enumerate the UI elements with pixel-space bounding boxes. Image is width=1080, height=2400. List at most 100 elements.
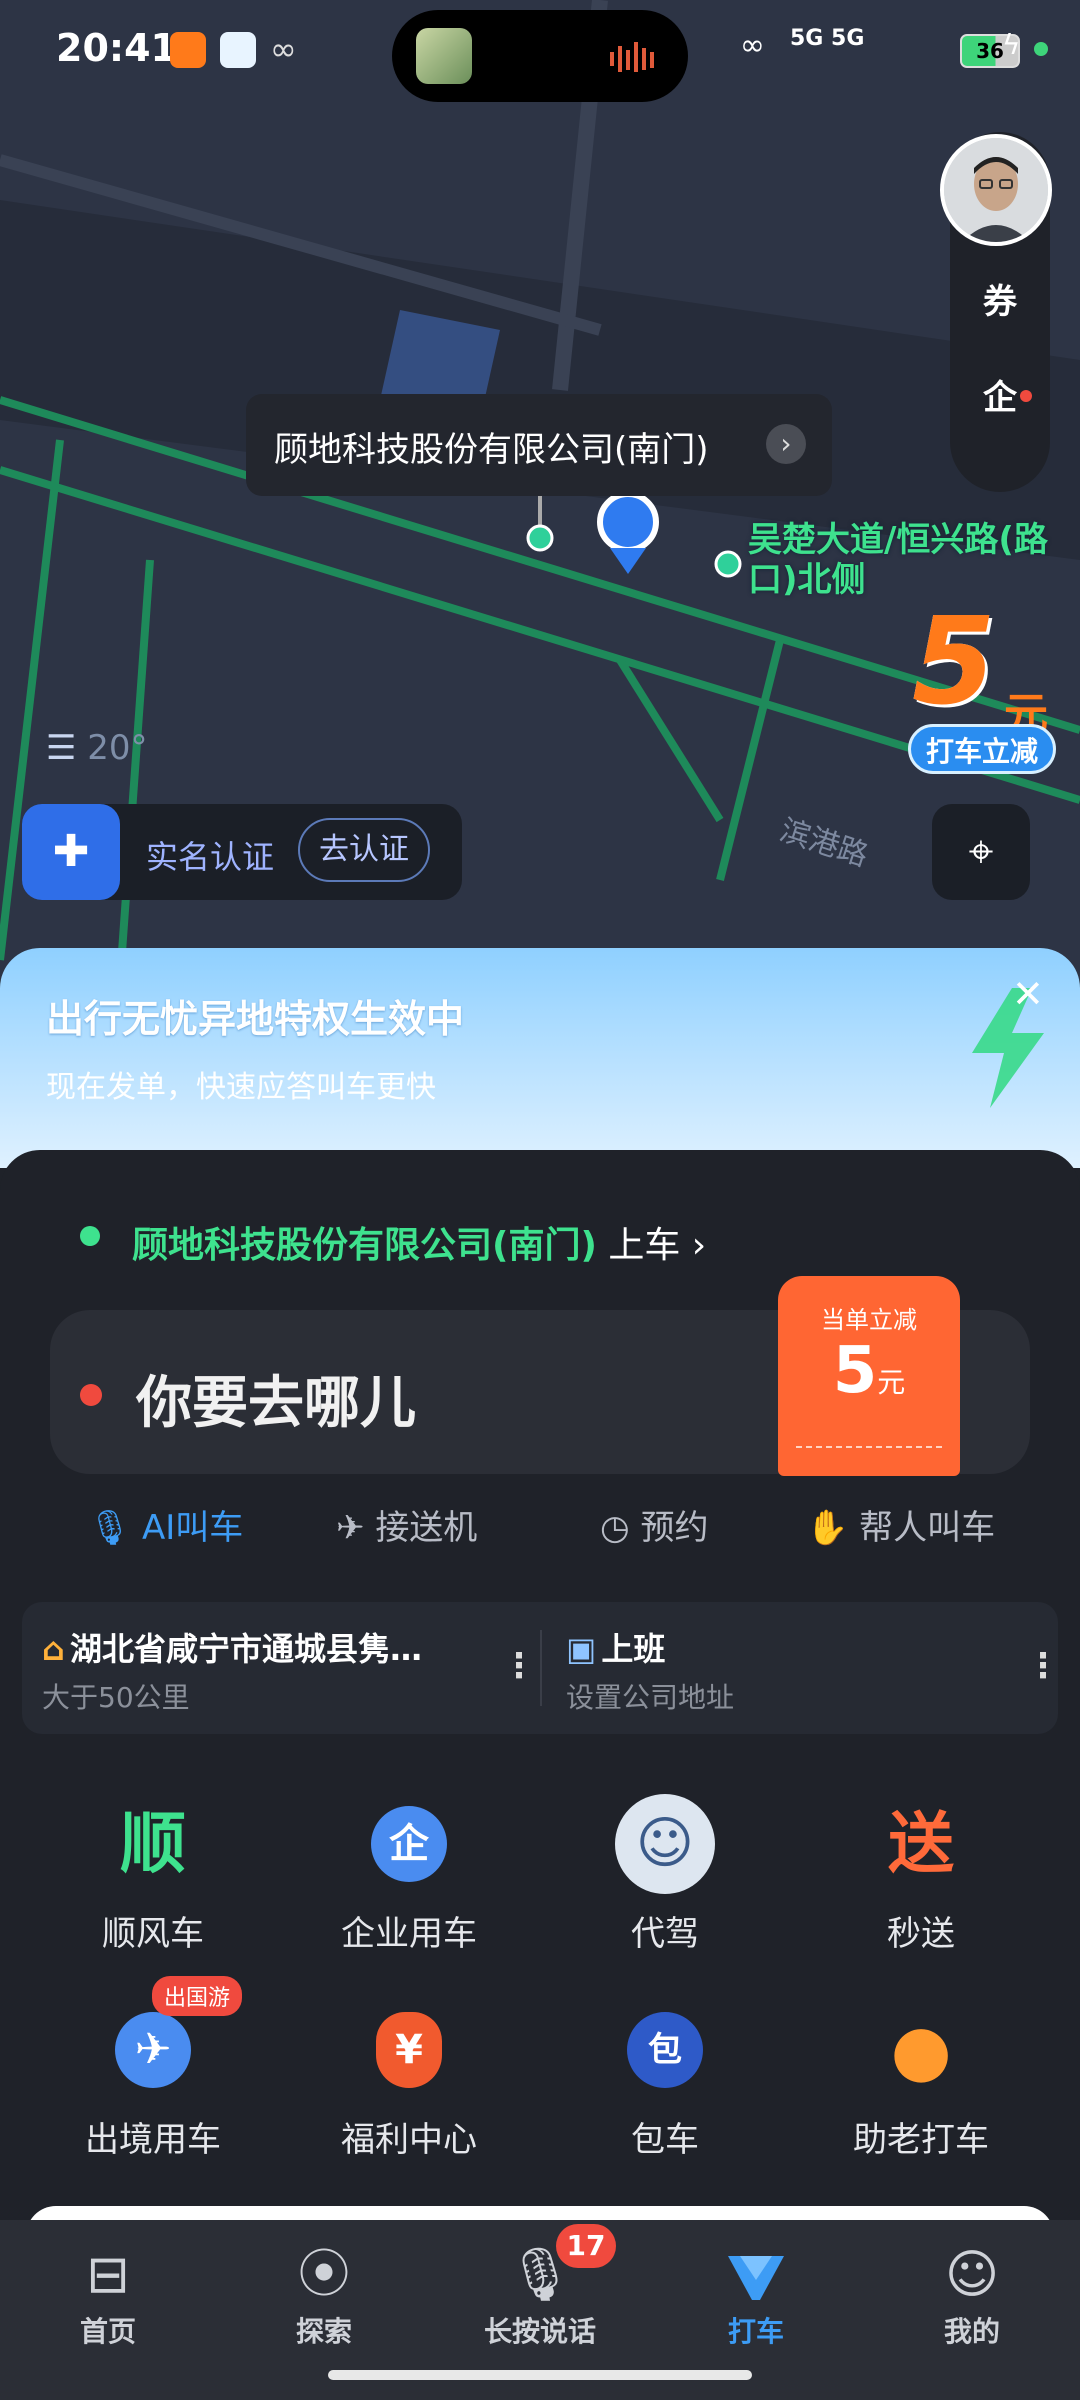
pickup-poi-card[interactable]: 顾地科技股份有限公司(南门) › — [246, 394, 832, 496]
person-icon: ☺ — [944, 2245, 1000, 2305]
destination-dot-icon — [80, 1384, 102, 1406]
service-label: 顺风车 — [102, 1914, 204, 1954]
coupon-button[interactable]: 券 — [950, 262, 1050, 342]
nav-home[interactable]: ⊟ 首页 — [0, 2240, 216, 2350]
elderly-icon: ● — [890, 2009, 952, 2091]
audio-wave-icon — [610, 42, 654, 72]
media-app-icon — [416, 28, 472, 84]
globe-car-icon: ✈ — [115, 2012, 191, 2088]
verify-button[interactable]: 去认证 — [298, 818, 430, 882]
service-overseas[interactable]: ✈ 出境用车 — [28, 2000, 278, 2161]
nav-label: 长按说话 — [483, 2315, 596, 2348]
coupon-divider — [796, 1446, 942, 1448]
more-icon[interactable]: ⋮ — [502, 1646, 536, 1686]
address-shortcuts: ⌂ 湖北省咸宁市通城县隽… 大于50公里 ⋮ ▣ 上班 设置公司地址 ⋮ — [22, 1602, 1060, 1734]
privilege-banner[interactable]: 出行无忧异地特权生效中 现在发单，快速应答叫车更快 ✕ — [0, 948, 1080, 1168]
shortcut-title: 上班 — [601, 1630, 666, 1668]
destination-placeholder: 你要去哪儿 — [136, 1371, 416, 1436]
promo-tag[interactable]: 打车立减 — [908, 724, 1056, 774]
pickup-selector[interactable]: 顾地科技股份有限公司(南门) 上车 › — [132, 1216, 706, 1268]
charging-icon: ϟ — [1002, 28, 1021, 61]
pickup-suffix: 上车 › — [596, 1225, 707, 1266]
shortcut-sub: 大于50公里 — [42, 1681, 190, 1714]
coupon-unit: 元 — [877, 1366, 906, 1399]
nav-label: 我的 — [943, 2315, 1000, 2348]
service-label: 助老打车 — [853, 2120, 989, 2160]
home-icon: ⌂ — [42, 1630, 65, 1668]
signal-icon: 5G 5G — [790, 26, 865, 51]
avatar[interactable] — [940, 134, 1052, 246]
coupon-label: 当单立减 — [821, 1306, 917, 1334]
handshake-icon: ✋ — [806, 1508, 849, 1548]
status-time: 20:41 — [56, 26, 177, 70]
mode-airport[interactable]: ✈ 接送机 — [336, 1500, 477, 1549]
enterprise-icon: 企 — [371, 1806, 447, 1882]
layers-icon[interactable]: ☰ — [46, 728, 76, 768]
home-indicator[interactable] — [328, 2370, 752, 2380]
voice-badge: 17 — [556, 2224, 616, 2268]
service-chauffeur[interactable]: ☺ 代驾 — [540, 1794, 790, 1955]
nav-profile[interactable]: ☺ 我的 — [864, 2240, 1080, 2350]
delivery-icon: 送 — [888, 1805, 954, 1882]
shortcut-title: 湖北省咸宁市通城县隽… — [70, 1630, 423, 1668]
shield-icon: ✚ — [22, 804, 120, 900]
coupon-badge[interactable]: 当单立减 5元 — [778, 1276, 960, 1476]
map-view[interactable]: 顾地科技股份有限公司(南门) › 吴楚大道/恒兴路(路口)北侧 5 元 打车立减… — [0, 0, 1080, 980]
divider — [540, 1630, 542, 1706]
service-hitch[interactable]: 顺 顺风车 — [28, 1794, 278, 1955]
banner-subtitle: 现在发单，快速应答叫车更快 — [46, 1070, 436, 1105]
service-benefits[interactable]: ¥ 福利中心 — [284, 2000, 534, 2161]
road-label: 吴楚大道/恒兴路(路口)北侧 — [748, 520, 1048, 600]
mode-call-for-others[interactable]: ✋ 帮人叫车 — [806, 1500, 995, 1549]
nav-label: 打车 — [727, 2315, 784, 2348]
ride-panel: 顾地科技股份有限公司(南门) 上车 › 你要去哪儿 当单立减 5元 🎙 AI叫车… — [0, 1150, 1080, 2220]
locate-icon[interactable]: ⌖ — [932, 804, 1030, 900]
banner-title: 出行无忧异地特权生效中 — [46, 997, 465, 1041]
mode-label: 预约 — [640, 1508, 709, 1548]
enterprise-button[interactable]: 企 — [950, 358, 1050, 438]
airplane-icon: ✈ — [336, 1508, 365, 1548]
promo-amount[interactable]: 5 — [912, 603, 996, 723]
weather-temperature: ☰ 20° — [46, 728, 148, 768]
charter-car-icon: 包 — [627, 2012, 703, 2088]
clock-icon: ◷ — [600, 1508, 630, 1548]
mode-label: 接送机 — [375, 1508, 478, 1548]
nav-label: 探索 — [295, 2315, 352, 2348]
nav-explore[interactable]: ⦿ 探索 — [216, 2240, 432, 2350]
status-dot — [1034, 42, 1048, 56]
app-notification-icon — [170, 32, 206, 68]
nav-taxi[interactable]: 打车 — [648, 2240, 864, 2350]
close-icon[interactable]: ✕ — [1012, 972, 1044, 1016]
money-bag-icon: ¥ — [376, 2012, 442, 2088]
chevron-right-icon: › — [766, 424, 806, 464]
bus-icon: ⊟ — [86, 2245, 130, 2305]
link-icon: ∞ — [270, 30, 297, 68]
app-notification-icon — [220, 32, 256, 68]
hitch-icon: 顺 — [120, 1805, 186, 1882]
mode-ai-call[interactable]: 🎙 AI叫车 — [88, 1500, 243, 1549]
dynamic-island[interactable] — [392, 10, 688, 102]
location-pin-icon: ⦿ — [297, 2245, 350, 2305]
mode-label: 帮人叫车 — [859, 1508, 996, 1548]
more-icon[interactable]: ⋮ — [1026, 1646, 1060, 1686]
service-express-delivery[interactable]: 送 秒送 — [796, 1794, 1046, 1955]
service-charter[interactable]: 包 包车 — [540, 2000, 790, 2161]
driver-icon: ☺ — [615, 1794, 715, 1894]
identity-verify-bar: ✚ 实名认证 去认证 — [22, 804, 462, 900]
taxi-icon — [648, 2240, 864, 2310]
mode-schedule[interactable]: ◷ 预约 — [600, 1500, 708, 1549]
shortcut-home[interactable]: ⌂ 湖北省咸宁市通城县隽… 大于50公里 — [42, 1624, 422, 1716]
notification-dot — [1020, 390, 1032, 402]
shortcut-work[interactable]: ▣ 上班 设置公司地址 — [566, 1624, 734, 1716]
pickup-name: 顾地科技股份有限公司(南门) — [132, 1225, 597, 1266]
service-label: 包车 — [631, 2120, 699, 2160]
service-enterprise[interactable]: 企 企业用车 — [284, 1794, 534, 1955]
microphone-icon: 🎙 — [88, 1508, 132, 1548]
status-bar: 20:41 ∞ ∞ 5G 5G 36 ϟ — [0, 0, 1080, 102]
coupon-amount: 5 — [832, 1334, 878, 1408]
service-elderly-taxi[interactable]: ● 助老打车 — [796, 2000, 1046, 2161]
hotspot-icon: ∞ — [740, 28, 765, 63]
nav-voice[interactable]: 🎙 长按说话 — [432, 2240, 648, 2350]
service-label: 企业用车 — [341, 1914, 477, 1954]
mode-label: AI叫车 — [141, 1508, 244, 1548]
